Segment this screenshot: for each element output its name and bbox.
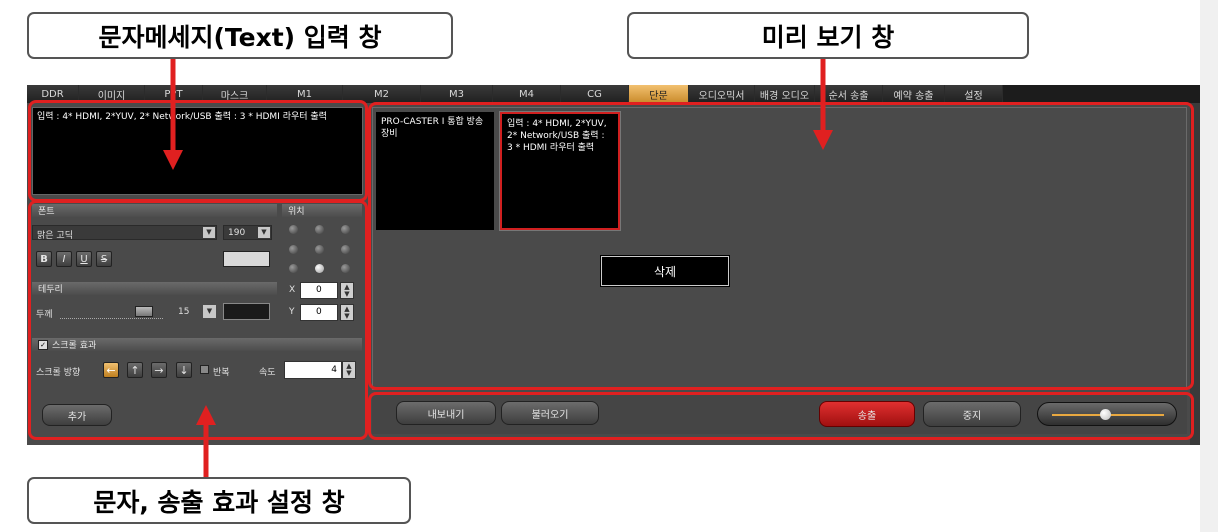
tab-scheduled-broadcast[interactable]: 예약 송출 (883, 85, 945, 103)
callout-text-input-window: 문자메세지(Text) 입력 창 (27, 12, 453, 59)
tab-settings[interactable]: 설정 (945, 85, 1003, 103)
highlight-effects (28, 200, 368, 440)
page-margin (1200, 0, 1218, 532)
tab-audio-mixer[interactable]: 오디오믹서 (689, 85, 755, 103)
tab-m4[interactable]: M4 (493, 85, 561, 103)
tab-sequence-broadcast[interactable]: 순서 송출 (815, 85, 883, 103)
highlight-text-input (28, 100, 368, 202)
tab-m3[interactable]: M3 (421, 85, 493, 103)
tab-bg-audio[interactable]: 배경 오디오 (755, 85, 815, 103)
tab-cg[interactable]: CG (561, 85, 629, 103)
callout-effects-window: 문자, 송출 효과 설정 창 (27, 477, 411, 524)
highlight-bottom-bar (368, 392, 1194, 440)
tab-short-message[interactable]: 단문 (629, 85, 689, 103)
highlight-preview (368, 102, 1194, 390)
callout-preview-window: 미리 보기 창 (627, 12, 1029, 59)
